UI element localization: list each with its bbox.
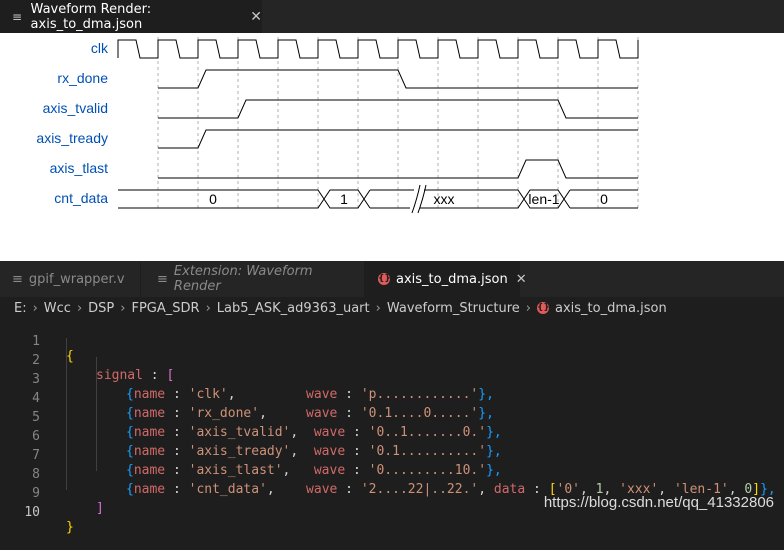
signal-label-axis-tvalid: axis_tvalid	[43, 100, 108, 116]
code-line: 2 signal : [	[0, 338, 784, 383]
close-icon[interactable]: ✕	[250, 9, 262, 25]
breadcrumb-item[interactable]: E:	[14, 301, 27, 316]
chevron-right-icon: ›	[76, 300, 83, 316]
data-label-0: 0	[209, 191, 217, 207]
signal-label-axis-tlast: axis_tlast	[50, 160, 108, 176]
wave-cnt-data	[118, 189, 638, 209]
waveform-diagram: clk rx_done axis_tvalid axis_tready axis…	[36, 37, 639, 214]
breadcrumb-item[interactable]: Lab5_ASK_ad9363_uart	[217, 301, 370, 316]
code-line: 4 {name : 'rx_done', wave : '0.1....0...…	[0, 376, 784, 421]
wave-clk	[117, 39, 639, 59]
data-label-0-end: 0	[600, 191, 608, 207]
tab-axis-to-dma-json[interactable]: {} axis_to_dma.json ✕	[364, 261, 527, 297]
code-line: 5 {name : 'axis_tvalid', wave : '0..1...…	[0, 395, 784, 440]
signal-label-rx-done: rx_done	[57, 70, 108, 86]
gap-marker	[411, 184, 427, 214]
chevron-right-icon: ›	[525, 300, 531, 316]
code-line: 8 {name : 'cnt_data', wave : '2....22|..…	[0, 452, 784, 497]
waveform-panel: clk rx_done axis_tvalid axis_tready axis…	[0, 33, 784, 261]
breadcrumb-item[interactable]: Waveform_Structure	[387, 301, 520, 316]
code-editor[interactable]: 1 { 2 signal : [ 3 {name : 'clk', wave :…	[0, 319, 784, 535]
code-line: 7 {name : 'axis_tlast', wave : '0.......…	[0, 433, 784, 478]
code-line: 9 ]	[0, 471, 784, 516]
tab-gpif-wrapper[interactable]: ≡ gpif_wrapper.v	[0, 261, 140, 297]
tab-title: axis_to_dma.json	[396, 271, 508, 287]
json-file-icon: {}	[378, 273, 391, 285]
signal-label-clk: clk	[91, 40, 109, 56]
tab-waveform-render[interactable]: ≡ Waveform Render: axis_to_dma.json ✕	[0, 0, 262, 33]
chevron-right-icon: ›	[32, 300, 38, 316]
top-tab-bar: ≡ Waveform Render: axis_to_dma.json ✕	[0, 0, 784, 33]
cycle-gridlines	[157, 37, 639, 211]
watermark: https://blog.csdn.net/qq_41332806	[543, 494, 774, 511]
breadcrumb-item[interactable]: axis_to_dma.json	[555, 301, 667, 316]
extension-icon: ≡	[157, 271, 168, 287]
data-label-len-1: len-1	[528, 191, 559, 207]
code-token: }	[66, 520, 74, 535]
data-label-xxx: xxx	[434, 191, 455, 207]
breadcrumb: E: › Wcc › DSP › FPGA_SDR › Lab5_ASK_ad9363_…	[0, 297, 784, 319]
tab-title: gpif_wrapper.v	[28, 271, 125, 287]
close-icon[interactable]: ✕	[516, 272, 527, 287]
file-lines-icon: ≡	[12, 271, 23, 287]
tab-title: Waveform Render: axis_to_dma.json	[30, 1, 152, 32]
breadcrumb-item[interactable]: FPGA_SDR	[131, 301, 199, 316]
chevron-right-icon: ›	[375, 300, 381, 316]
breadcrumb-item[interactable]: Wcc	[44, 301, 71, 316]
chevron-right-icon: ›	[120, 300, 126, 316]
line-number: 10	[24, 505, 40, 520]
json-file-icon: {}	[537, 302, 550, 314]
signal-label-cnt-data: cnt_data	[54, 190, 108, 206]
data-label-1: 1	[340, 191, 348, 207]
tab-extension-waveform-render[interactable]: ≡ Extension: Waveform Render	[141, 261, 363, 297]
signal-label-axis-tready: axis_tready	[36, 130, 108, 146]
breadcrumb-item[interactable]: DSP	[88, 301, 114, 316]
preview-icon: ≡	[12, 9, 23, 24]
tab-title: Extension: Waveform Render	[173, 264, 313, 294]
chevron-right-icon: ›	[205, 300, 211, 316]
code-line: 6 {name : 'axis_tready', wave : '0.1....…	[0, 414, 784, 459]
code-line: 1 {	[0, 319, 784, 364]
editor-tab-bar: ≡ gpif_wrapper.v ≡ Extension: Waveform R…	[0, 261, 784, 297]
code-line: 3 {name : 'clk', wave : 'p............'}…	[0, 357, 784, 402]
